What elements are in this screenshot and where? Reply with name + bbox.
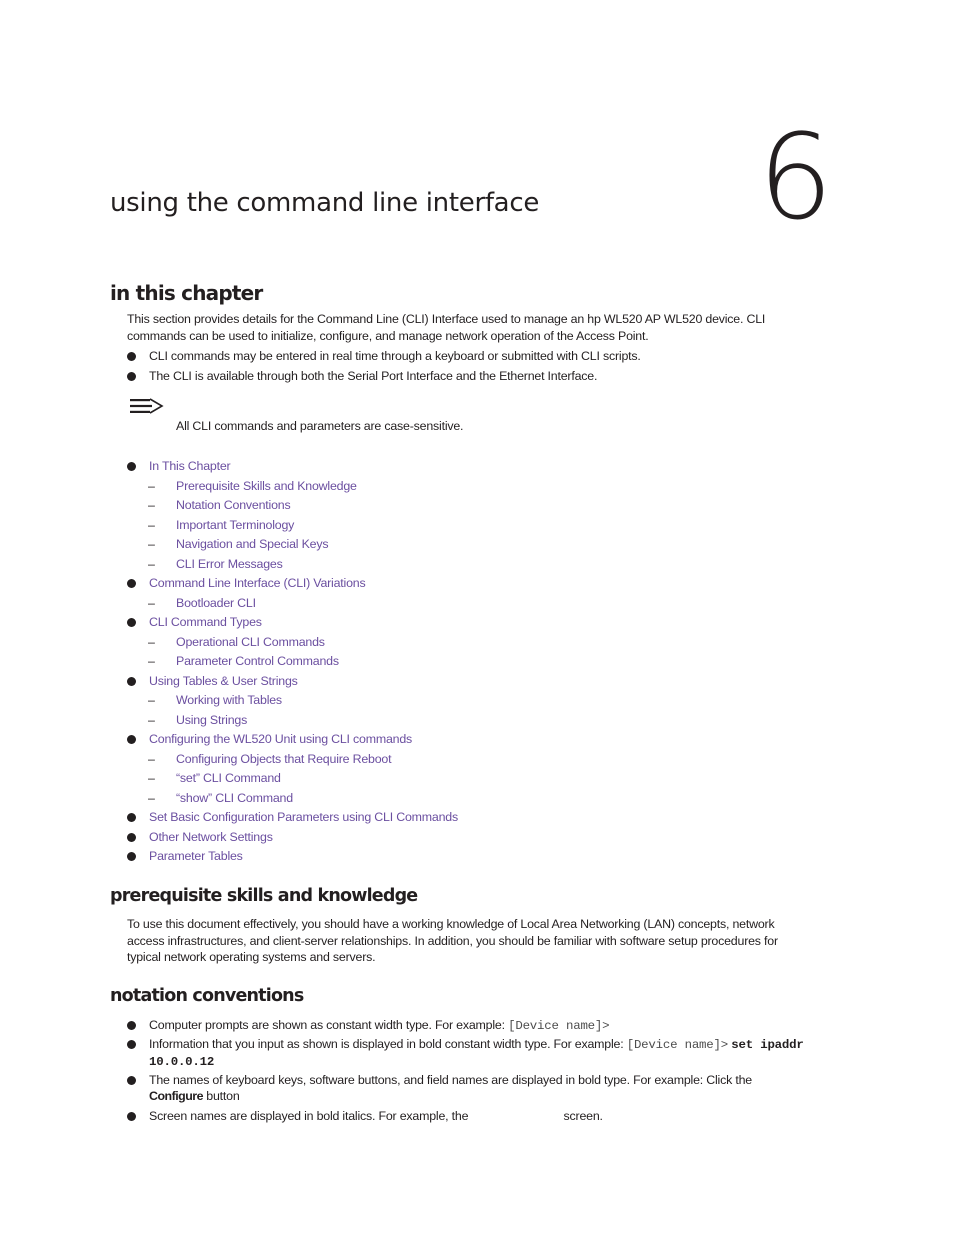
- dash-marker: –: [148, 537, 155, 551]
- bullet-icon: [127, 1076, 136, 1085]
- toc-link[interactable]: CLI Command Types: [149, 615, 262, 629]
- chapter-title: using the command line interface: [110, 188, 540, 218]
- toc-link[interactable]: Parameter Tables: [149, 849, 243, 863]
- dash-marker: –: [148, 556, 155, 571]
- dash-marker: –: [148, 693, 155, 707]
- prerequisite-paragraph: To use this document effectively, you sh…: [127, 917, 778, 964]
- bullet-icon: [127, 832, 136, 842]
- toc-link[interactable]: Set Basic Configuration Parameters using…: [149, 810, 458, 824]
- bold-example: Configure: [149, 1089, 204, 1103]
- section-heading-prerequisite: prerequisite skills and knowledge: [110, 886, 418, 906]
- bullet-icon: [127, 1021, 136, 1030]
- dash-marker: –: [148, 498, 155, 512]
- code-prompt: [Device name]>: [626, 1038, 729, 1052]
- toc-sublink[interactable]: Bootloader CLI: [176, 595, 256, 611]
- intro-paragraph: This section provides details for the Co…: [127, 312, 766, 343]
- toc-sublink[interactable]: “show” CLI Command: [176, 790, 293, 806]
- bullet-icon: [127, 462, 136, 471]
- bullet-icon: [127, 813, 136, 822]
- bullet-icon: [127, 579, 136, 588]
- toc-item: Other Network Settings: [127, 829, 273, 845]
- toc-sublink[interactable]: Prerequisite Skills and Knowledge: [176, 478, 357, 494]
- toc-sublink[interactable]: CLI Error Messages: [176, 556, 283, 572]
- toc-sublink[interactable]: Configuring Objects that Require Reboot: [176, 751, 392, 767]
- toc-sublink[interactable]: Parameter Control Commands: [176, 653, 339, 669]
- bullet-icon: [127, 372, 136, 381]
- notation-item: Computer prompts are shown as constant w…: [127, 1017, 610, 1034]
- toc-link[interactable]: Other Network Settings: [149, 830, 273, 844]
- note-text: All CLI commands and parameters are case…: [176, 419, 464, 433]
- toc-sublink[interactable]: Operational CLI Commands: [176, 634, 325, 650]
- toc-item: CLI Command Types: [127, 614, 262, 630]
- toc-item: Parameter Tables: [127, 848, 243, 864]
- toc-sublink[interactable]: Working with Tables: [176, 692, 282, 708]
- toc-link[interactable]: Configuring the WL520 Unit using CLI com…: [149, 732, 412, 746]
- bullet-icon: [127, 618, 136, 627]
- toc-link[interactable]: Command Line Interface (CLI) Variations: [149, 576, 366, 590]
- bullet-icon: [127, 352, 136, 361]
- toc-item: Set Basic Configuration Parameters using…: [127, 809, 458, 825]
- notation-item: Information that you input as shown is d…: [127, 1036, 807, 1070]
- section-heading-notation: notation conventions: [110, 986, 304, 1006]
- document-page: 6 using the command line interface in th…: [0, 0, 954, 1235]
- section-heading-in-this-chapter: in this chapter: [110, 281, 263, 305]
- toc-sublink[interactable]: Using Strings: [176, 712, 247, 728]
- chapter-number: 6: [758, 108, 833, 246]
- toc-item: In This Chapter: [127, 458, 231, 474]
- toc-link[interactable]: Using Tables & User Strings: [149, 674, 298, 688]
- dash-marker: –: [148, 771, 155, 785]
- toc-link[interactable]: In This Chapter: [149, 459, 231, 473]
- toc-sublink[interactable]: “set” CLI Command: [176, 770, 281, 786]
- notation-item: Screen names are displayed in bold itali…: [127, 1108, 603, 1124]
- toc-item: Command Line Interface (CLI) Variations: [127, 575, 366, 591]
- notation-item: The names of keyboard keys, software but…: [127, 1072, 807, 1104]
- bullet-icon: [127, 1040, 136, 1049]
- bullet-icon: [127, 735, 136, 744]
- dash-marker: –: [148, 654, 155, 668]
- dash-marker: –: [148, 712, 155, 727]
- bullet-icon: [127, 852, 136, 861]
- toc-item: Using Tables & User Strings: [127, 673, 298, 689]
- intro-bullet: The CLI is available through both the Se…: [127, 368, 597, 384]
- toc-sublink[interactable]: Navigation and Special Keys: [176, 536, 329, 552]
- dash-marker: –: [148, 595, 155, 610]
- code-prompt: [Device name]>: [508, 1019, 610, 1033]
- toc-sublink[interactable]: Notation Conventions: [176, 497, 291, 513]
- dash-marker: –: [148, 751, 155, 766]
- toc-item: Configuring the WL520 Unit using CLI com…: [127, 731, 412, 747]
- dash-marker: –: [148, 790, 155, 805]
- dash-marker: –: [148, 478, 155, 493]
- intro-bullet: CLI commands may be entered in real time…: [127, 348, 641, 364]
- dash-marker: –: [148, 634, 155, 649]
- dash-marker: –: [148, 517, 155, 532]
- note-arrow-icon: [130, 398, 164, 414]
- bullet-icon: [127, 1112, 136, 1121]
- bullet-icon: [127, 676, 136, 686]
- toc-sublink[interactable]: Important Terminology: [176, 517, 294, 533]
